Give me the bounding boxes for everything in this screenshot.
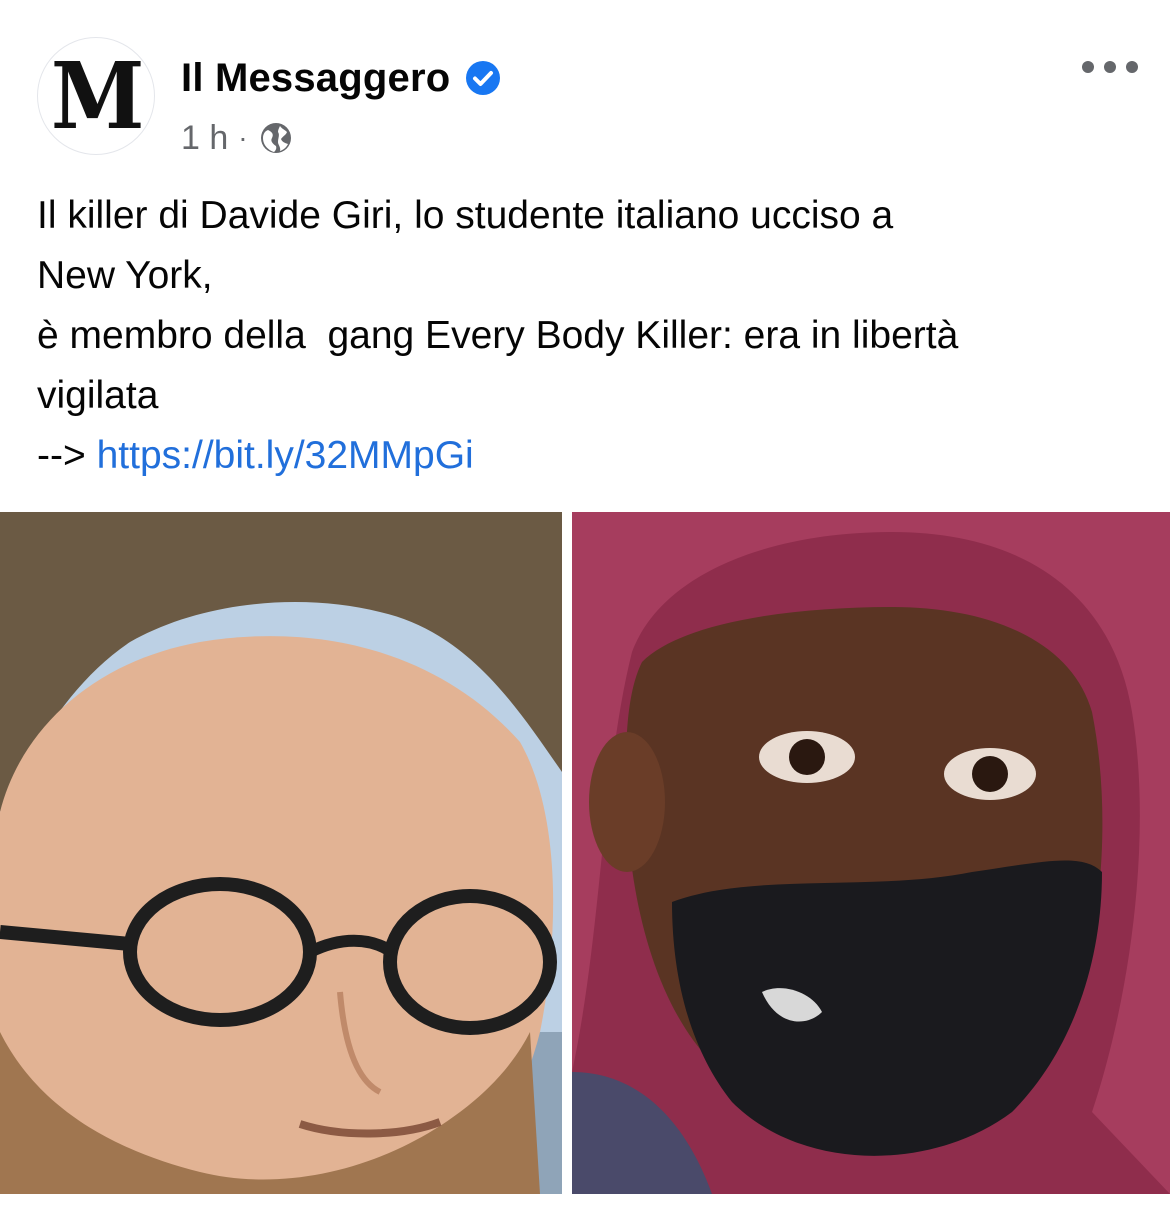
page-name-link[interactable]: Il Messaggero <box>181 56 450 101</box>
post-meta: 1 h · <box>181 116 294 160</box>
facebook-post: M Il Messaggero 1 h · Il killer di David… <box>0 0 1170 1211</box>
post-timestamp[interactable]: 1 h <box>181 119 228 158</box>
post-photo[interactable] <box>0 512 1170 1194</box>
post-message: Il killer di Davide Giri, lo studente it… <box>37 186 1137 486</box>
page-avatar[interactable]: M <box>37 37 155 155</box>
avatar-logo-letter: M <box>50 42 145 150</box>
verified-badge-icon <box>464 59 502 97</box>
more-dot <box>1104 61 1116 73</box>
more-options-icon[interactable] <box>1082 54 1138 80</box>
more-dot <box>1082 61 1094 73</box>
photo-right-portrait <box>572 512 1170 1194</box>
photo-divider <box>562 512 572 1194</box>
more-dot <box>1126 61 1138 73</box>
post-header: Il Messaggero <box>181 52 502 104</box>
post-link[interactable]: https://bit.ly/32MMpGi <box>97 434 474 477</box>
meta-separator: · <box>238 122 248 153</box>
photo-left-portrait <box>0 512 562 1194</box>
globe-icon[interactable] <box>258 120 294 156</box>
